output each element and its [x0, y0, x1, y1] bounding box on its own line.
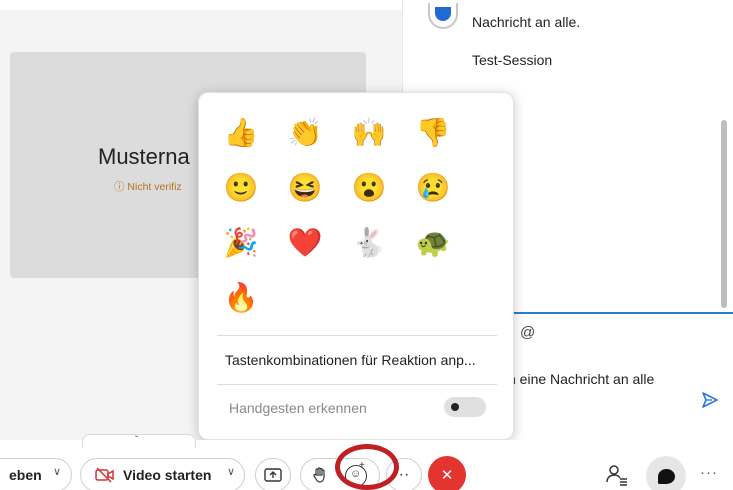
toggle-knob	[451, 403, 459, 411]
chat-scrollbar[interactable]	[721, 120, 727, 308]
laughing-face-icon[interactable]: 😆	[285, 168, 325, 208]
plus-icon: +	[359, 460, 365, 471]
more-options-button[interactable]: ··	[386, 458, 422, 490]
mention-icon[interactable]: @	[520, 324, 535, 341]
participant-name: Musterna	[98, 144, 190, 169]
share-content-label: eben	[9, 467, 42, 483]
reactions-button[interactable]: ☺ +	[345, 460, 367, 487]
chat-message: Nachricht an alle.	[472, 14, 581, 30]
party-popper-icon[interactable]: 🎉	[221, 223, 261, 263]
divider	[217, 335, 497, 336]
reaction-shortcuts-link[interactable]: Tastenkombinationen für Reaktion anp...	[225, 352, 476, 368]
chat-message: Test-Session	[472, 52, 553, 68]
turtle-icon[interactable]: 🐢	[413, 223, 453, 263]
clapping-hands-icon[interactable]: 👏	[285, 113, 325, 153]
share-screen-icon	[264, 468, 282, 482]
raised-hands-icon[interactable]: 🙌	[349, 113, 389, 153]
more-menu-button[interactable]: ···	[700, 464, 718, 481]
surprised-face-icon[interactable]: 😮	[349, 168, 389, 208]
start-video-label: Video starten	[123, 467, 212, 483]
rabbit-icon[interactable]: 🐇	[349, 223, 389, 263]
share-screen-button[interactable]	[255, 458, 291, 490]
verification-status: ⓘ Nicht verifiz	[114, 181, 182, 193]
sender-avatar	[428, 3, 458, 29]
send-icon[interactable]	[700, 390, 720, 410]
chevron-down-icon[interactable]: ∨	[227, 465, 235, 478]
divider	[217, 384, 497, 385]
chevron-down-icon: ˇ	[135, 435, 139, 446]
hand-gestures-label: Handgesten erkennen	[229, 400, 367, 416]
chat-bubble-icon	[657, 468, 675, 484]
chevron-down-icon[interactable]: ∨	[53, 465, 61, 478]
reactions-popup: 👍 👏 🙌 👎 🙂 😆 😮 😢 🎉 ❤️ 🐇 🐢 🔥 Tastenkombinationen für R…	[198, 92, 514, 440]
thumbs-down-icon[interactable]: 👎	[413, 113, 453, 153]
emoji-grid: 👍 👏 🙌 👎 🙂 😆 😮 😢 🎉 ❤️ 🐇 🐢 🔥	[221, 113, 477, 333]
start-video-button[interactable]: Video starten ∨	[80, 458, 245, 490]
collapse-stage-button[interactable]: ˇ	[82, 434, 196, 448]
hand-gestures-toggle[interactable]	[444, 397, 486, 417]
fire-icon[interactable]: 🔥	[221, 278, 261, 318]
reactions-button-group: ☺ +	[300, 458, 380, 490]
chat-compose-input[interactable]: n eine Nachricht an alle	[508, 371, 654, 387]
share-content-button[interactable]: eben ∨	[0, 458, 72, 490]
leave-meeting-button[interactable]: ✕	[428, 456, 466, 490]
thumbs-up-icon[interactable]: 👍	[221, 113, 261, 153]
participants-icon[interactable]	[604, 462, 630, 488]
video-off-icon	[95, 467, 114, 483]
sad-face-icon[interactable]: 😢	[413, 168, 453, 208]
chat-button[interactable]	[646, 456, 686, 490]
heart-icon[interactable]: ❤️	[285, 223, 325, 263]
smiling-face-icon[interactable]: 🙂	[221, 168, 261, 208]
raise-hand-icon[interactable]	[311, 466, 329, 484]
